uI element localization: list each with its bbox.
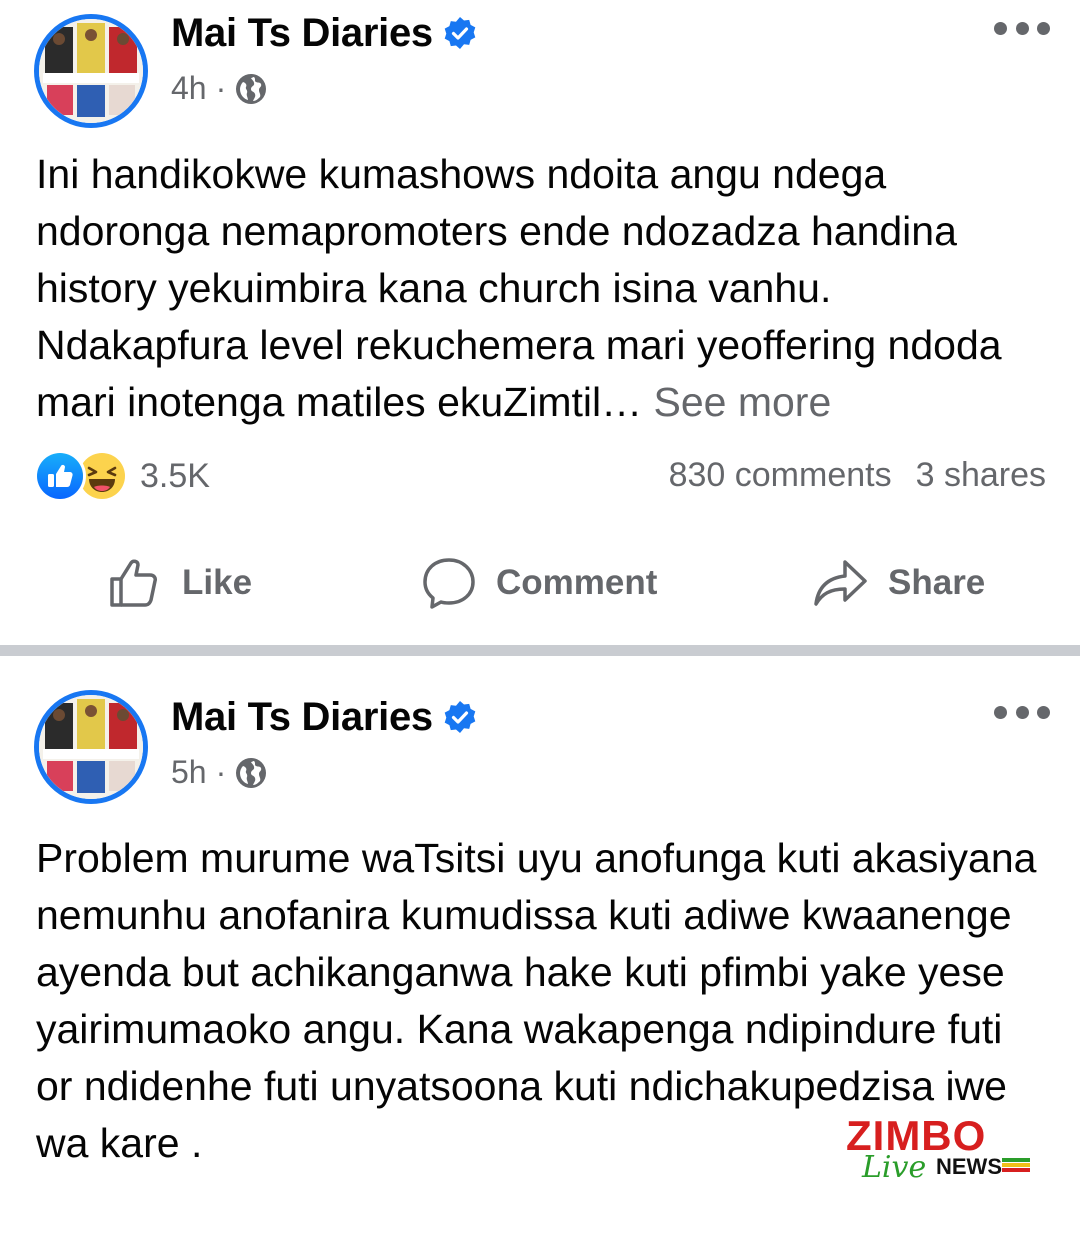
post-time[interactable]: 5h: [171, 754, 207, 791]
like-reaction-icon: [34, 450, 86, 502]
share-label: Share: [888, 563, 986, 602]
feed-divider: [0, 645, 1080, 656]
zimbo-live-news-watermark: ZIMBO Live NEWS: [840, 1112, 1040, 1187]
watermark-live: Live: [862, 1150, 927, 1185]
page-name[interactable]: Mai Ts Diaries: [171, 695, 433, 740]
verified-badge-icon: [443, 16, 477, 50]
comment-label: Comment: [496, 563, 658, 602]
thumbs-up-icon: [108, 555, 164, 611]
share-button[interactable]: Share: [812, 545, 985, 621]
comment-bubble-icon: [420, 554, 478, 612]
meta-separator: ·: [215, 70, 227, 106]
post-time[interactable]: 4h: [171, 70, 207, 107]
reactions-summary[interactable]: 3.5K: [34, 448, 210, 504]
more-options-icon[interactable]: [994, 16, 1050, 40]
shares-count[interactable]: 3 shares: [916, 456, 1046, 495]
globe-icon: [235, 757, 267, 789]
meta-separator: ·: [215, 754, 227, 790]
post-text-content: Ini handikokwe kumashows ndoita angu nde…: [36, 151, 1002, 425]
more-options-icon[interactable]: [994, 700, 1050, 724]
post-meta: 5h ·: [171, 754, 267, 791]
post-meta: 4h ·: [171, 70, 267, 107]
comment-button[interactable]: Comment: [420, 545, 657, 621]
post-stats: 3.5K 830 comments 3 shares: [34, 448, 1046, 504]
page-avatar[interactable]: [34, 690, 148, 804]
verified-badge-icon: [443, 700, 477, 734]
like-label: Like: [182, 563, 253, 602]
page-avatar[interactable]: [34, 14, 148, 128]
see-more-link[interactable]: See more: [654, 379, 832, 425]
like-button[interactable]: Like: [108, 545, 252, 621]
reactions-count: 3.5K: [140, 456, 210, 495]
watermark-news: NEWS: [936, 1154, 1002, 1179]
globe-icon: [235, 73, 267, 105]
post-text: Ini handikokwe kumashows ndoita angu nde…: [36, 146, 1046, 431]
page-name[interactable]: Mai Ts Diaries: [171, 11, 433, 56]
flag-stripes-icon: [1002, 1158, 1030, 1172]
comments-count[interactable]: 830 comments: [669, 456, 892, 495]
post-actions: Like Comment Share: [0, 545, 1080, 621]
share-arrow-icon: [812, 554, 870, 612]
post-card: Mai Ts Diaries 4h · Ini handikokwe kumas…: [0, 0, 1080, 645]
